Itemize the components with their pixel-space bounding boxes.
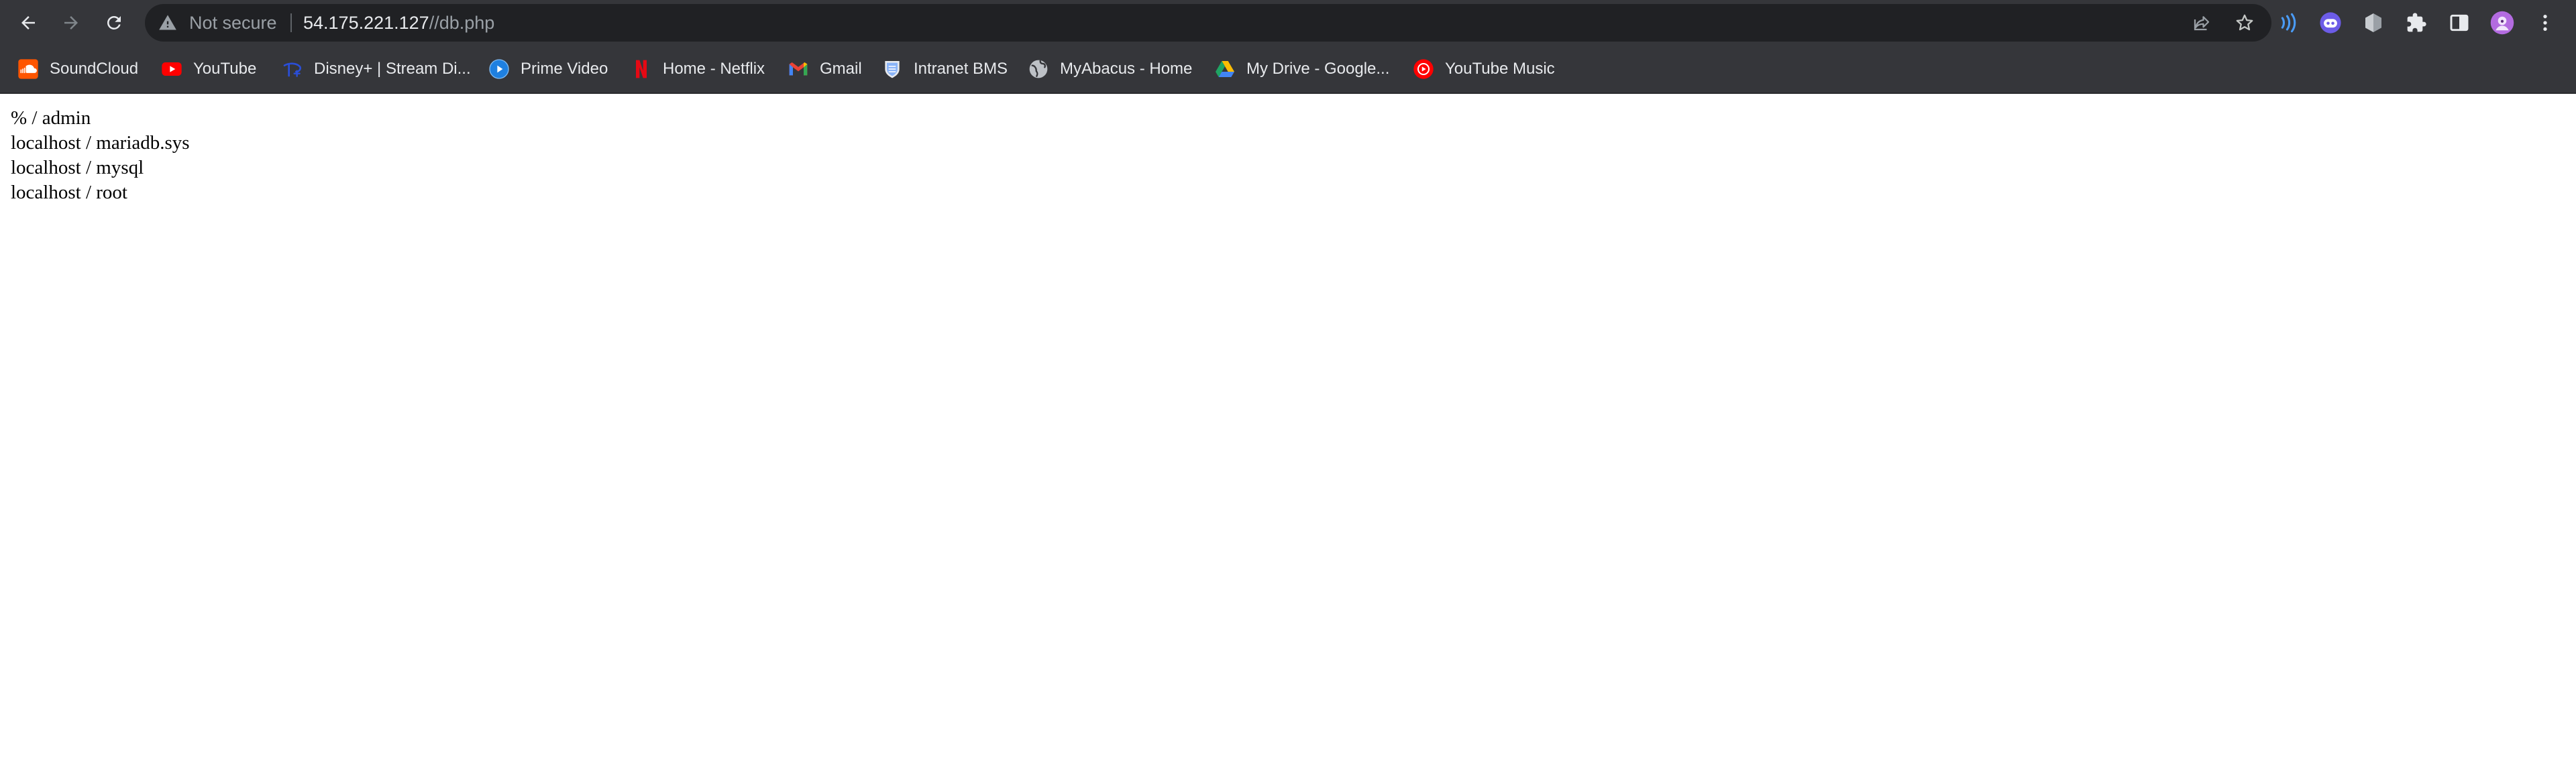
reload-button[interactable]: [98, 7, 130, 39]
bookmark-disney-plus[interactable]: Disney+ | Stream Di...: [282, 46, 471, 93]
arrow-right-icon: [64, 16, 78, 29]
google-drive-icon: [1214, 58, 1236, 80]
warning-triangle-icon[interactable]: [158, 13, 177, 32]
globe-icon: [1028, 58, 1049, 80]
url-path: //db.php: [429, 13, 495, 33]
bookmark-google-drive[interactable]: My Drive - Google...: [1214, 46, 1389, 93]
ghost-bot-icon[interactable]: [2318, 11, 2343, 35]
side-panel-icon[interactable]: [2447, 11, 2471, 35]
bookmark-gmail[interactable]: Gmail: [788, 46, 862, 93]
bookmark-intranet-bms[interactable]: Intranet BMS: [881, 46, 1008, 93]
bookmark-label: Gmail: [820, 60, 862, 78]
url-text[interactable]: 54.175.221.127//db.php: [303, 4, 494, 42]
puzzle-icon[interactable]: [2404, 11, 2428, 35]
db-user-line: localhost / root: [11, 182, 127, 203]
db-user-line: localhost / mariadb.sys: [11, 132, 190, 154]
bookmark-label: Home - Netflix: [663, 60, 765, 78]
netflix-icon: [631, 58, 652, 80]
not-secure-label[interactable]: Not secure: [189, 4, 277, 42]
bookmark-label: YouTube Music: [1445, 60, 1555, 78]
bookmark-label: Disney+ | Stream Di...: [314, 60, 471, 78]
youtube-icon: [161, 58, 182, 80]
share-icon[interactable]: [2191, 12, 2212, 34]
prime-video-icon: [488, 58, 510, 80]
browser-toolbar: Not secure 54.175.221.127//db.php: [0, 0, 2576, 46]
soundcloud-icon: [17, 58, 39, 80]
kebab-menu-icon[interactable]: [2533, 11, 2557, 35]
bookmark-soundcloud[interactable]: SoundCloud: [17, 46, 138, 93]
signal-waves-icon[interactable]: [2274, 11, 2298, 35]
forward-button[interactable]: [55, 7, 87, 39]
disney-plus-icon: [282, 58, 303, 80]
star-icon[interactable]: [2234, 12, 2255, 34]
db-user-line: % / admin: [11, 107, 91, 129]
avatar-icon[interactable]: [2490, 11, 2514, 35]
omnibox-divider: [290, 13, 292, 32]
gmail-icon: [788, 58, 809, 80]
bookmark-label: Intranet BMS: [914, 60, 1008, 78]
bookmarks-bar: SoundCloud YouTube Disney+ | Stream Di..…: [0, 46, 2576, 94]
bookmark-prime-video[interactable]: Prime Video: [488, 46, 608, 93]
bookmark-label: MyAbacus - Home: [1060, 60, 1193, 78]
bookmark-label: SoundCloud: [50, 60, 139, 78]
bookmark-youtube[interactable]: YouTube: [161, 46, 256, 93]
back-button[interactable]: [12, 7, 44, 39]
db-user-line: localhost / mysql: [11, 157, 144, 178]
bookmark-label: Prime Video: [521, 60, 608, 78]
bookmark-label: My Drive - Google...: [1246, 60, 1390, 78]
url-host: 54.175.221.127: [303, 13, 429, 33]
bookmark-netflix[interactable]: Home - Netflix: [631, 46, 765, 93]
youtube-music-icon: [1413, 58, 1434, 80]
reload-icon: [107, 15, 121, 29]
arrow-left-icon: [21, 16, 35, 29]
bookmark-youtube-music[interactable]: YouTube Music: [1413, 46, 1555, 93]
bookmark-label: YouTube: [193, 60, 257, 78]
hexagon-shield-icon[interactable]: [2361, 11, 2385, 35]
shield-crest-icon: [881, 58, 903, 80]
address-bar[interactable]: Not secure 54.175.221.127//db.php: [145, 4, 2271, 42]
page-content: % / admin localhost / mariadb.sys localh…: [11, 106, 190, 205]
bookmark-myabacus[interactable]: MyAbacus - Home: [1028, 46, 1192, 93]
